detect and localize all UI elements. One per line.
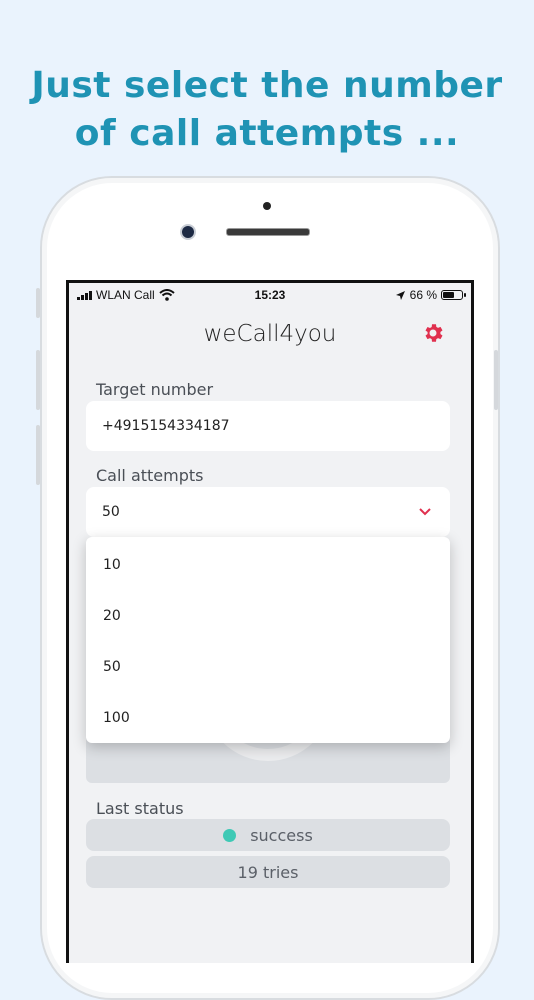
battery-percent: 66 %	[409, 288, 437, 302]
dropdown-option-100[interactable]: 100	[103, 710, 130, 726]
dropdown-option-10[interactable]: 10	[103, 557, 121, 573]
status-bar-right: 66 %	[395, 288, 466, 302]
call-attempts-label: Call attempts	[96, 466, 204, 485]
promo-headline: Just select the number of call attempts …	[0, 62, 534, 158]
promo-headline-line1: Just select the number	[31, 65, 503, 106]
dropdown-option-50[interactable]: 50	[103, 659, 121, 675]
call-attempts-select[interactable]: 50	[86, 487, 450, 537]
tries-text: 19 tries	[237, 863, 299, 882]
battery-icon	[441, 290, 466, 300]
call-attempts-dropdown: 10 20 50 100	[86, 537, 450, 743]
battery-fill	[443, 292, 454, 298]
last-status-label: Last status	[96, 799, 184, 818]
phone-sensor	[263, 202, 271, 210]
gear-icon[interactable]	[421, 321, 445, 345]
status-pill: success	[86, 819, 450, 851]
app-title: weCall4you	[203, 321, 337, 347]
phone-volume-up	[36, 350, 40, 410]
promo-headline-line2: of call attempts ...	[74, 113, 460, 154]
call-attempts-value: 50	[102, 504, 120, 520]
app-screen: WLAN Call 15:23 66 % weCall4you Target n…	[66, 280, 474, 963]
phone-mute-switch	[36, 288, 40, 318]
status-dot-icon	[223, 829, 237, 842]
front-camera-icon	[182, 226, 194, 238]
tries-pill: 19 tries	[86, 856, 450, 888]
target-number-value: +4915154334187	[102, 418, 230, 434]
dropdown-option-20[interactable]: 20	[103, 608, 121, 624]
chevron-down-icon	[419, 508, 431, 516]
phone-power-button	[494, 350, 498, 410]
target-number-field[interactable]: +4915154334187	[86, 401, 450, 451]
phone-speaker	[226, 228, 310, 236]
status-bar: WLAN Call 15:23 66 %	[69, 283, 471, 307]
target-number-label: Target number	[96, 380, 214, 399]
phone-volume-down	[36, 425, 40, 485]
location-arrow-icon	[395, 290, 405, 300]
status-text: success	[250, 826, 313, 845]
